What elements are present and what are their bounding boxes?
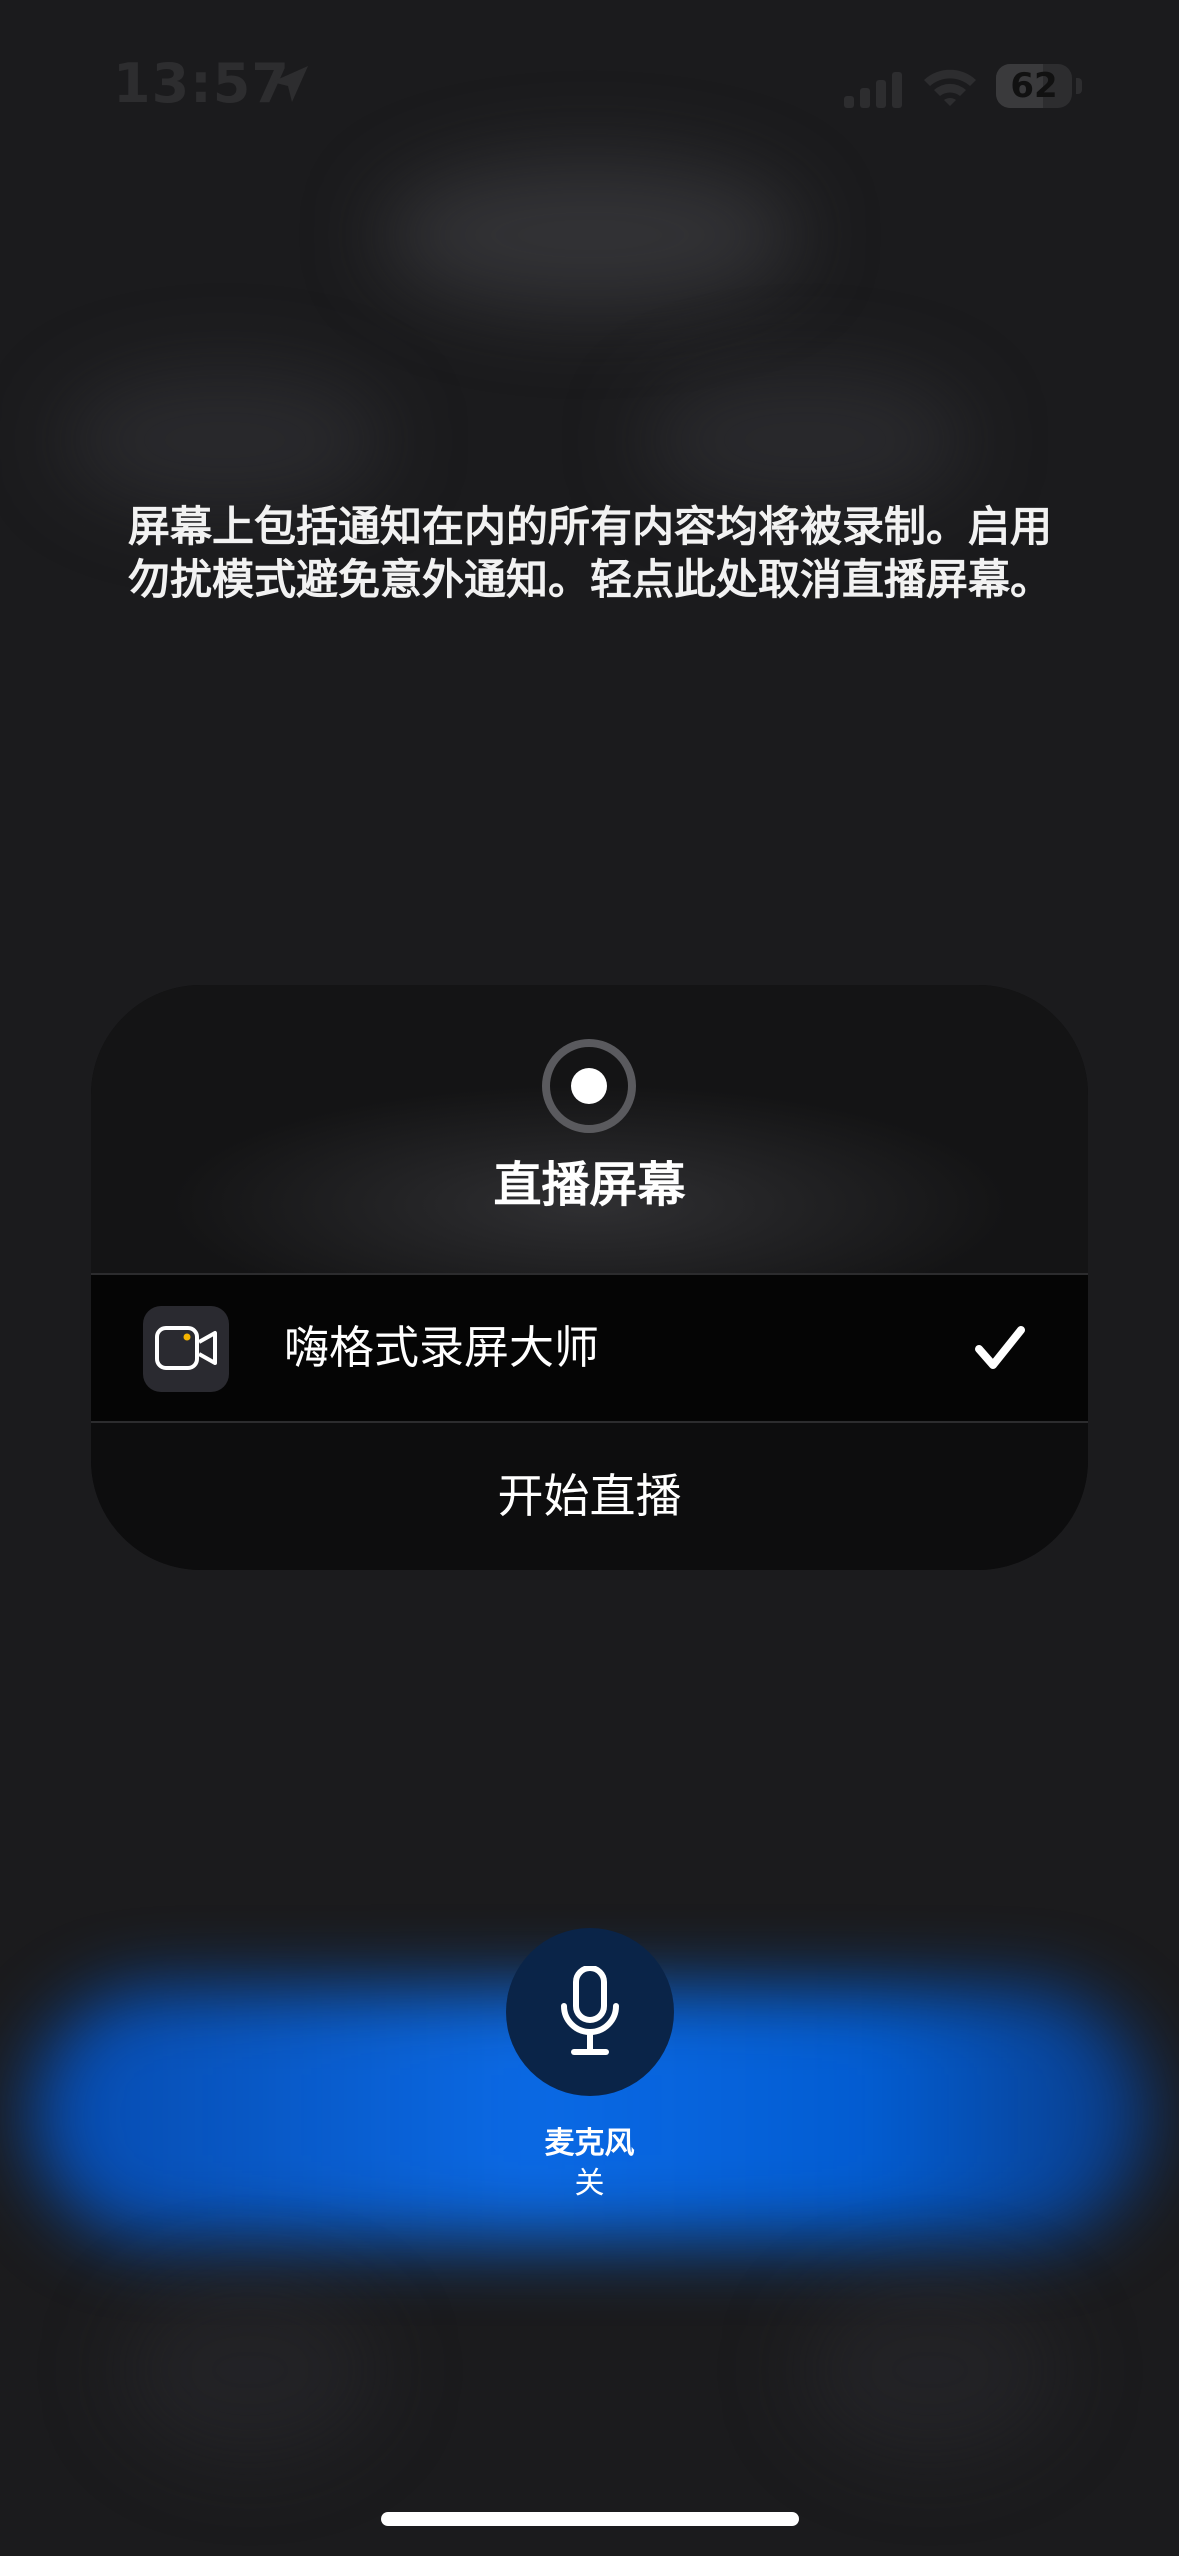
microphone-icon [561,1966,619,2055]
home-indicator[interactable] [381,2512,799,2526]
status-time: 13:57 [113,52,290,115]
microphone-label: 麦克风 [544,2126,635,2161]
start-broadcast-button[interactable]: 开始直播 [91,1423,1088,1570]
broadcast-dialog: 直播屏幕 嗨格式录屏大师 开始直播 [91,985,1088,1570]
location-arrow-icon [272,66,308,102]
battery-tip [1076,78,1082,94]
microphone-state: 关 [574,2166,605,2201]
dialog-header: 直播屏幕 [91,985,1088,1273]
background-blur [380,160,800,310]
background-blur [120,2280,380,2460]
status-bar: 13:57 62 [0,0,1179,175]
background-blur [60,370,390,510]
video-camera-icon [155,1326,217,1370]
background-blur [640,370,970,510]
battery-body: 62 [996,64,1072,108]
app-option-row[interactable]: 嗨格式录屏大师 [91,1275,1088,1421]
cellular-signal-icon [844,72,902,108]
battery-level: 62 [1010,66,1058,106]
dialog-title: 直播屏幕 [493,1157,686,1213]
app-name: 嗨格式录屏大师 [284,1321,600,1374]
screen-record-icon [542,1039,636,1133]
app-icon [143,1306,229,1392]
screen: 13:57 62 屏幕上包括通知在内的所有内容均将被录制。启用勿扰模式避免意外通… [0,0,1179,2556]
cancel-broadcast-message[interactable]: 屏幕上包括通知在内的所有内容均将被录制。启用勿扰模式避免意外通知。轻点此处取消直… [110,500,1070,606]
background-blur [800,2280,1060,2460]
wifi-icon [924,69,976,106]
battery-icon: 62 [996,64,1082,108]
microphone-toggle-button[interactable] [506,1928,674,2096]
checkmark-icon [975,1326,1025,1369]
